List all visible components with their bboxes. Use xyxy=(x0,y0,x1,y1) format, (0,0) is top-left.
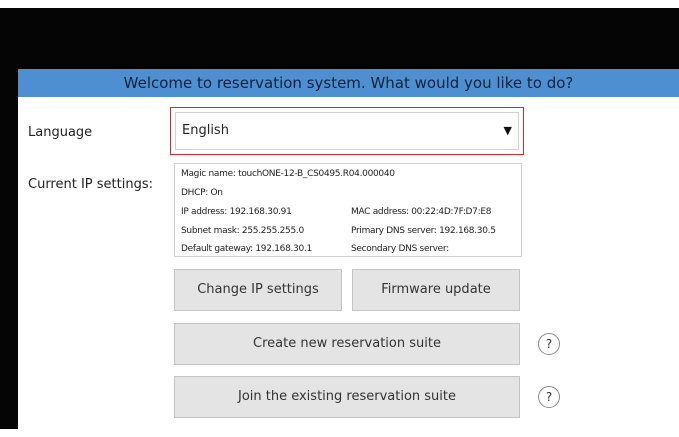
ip-settings-box: Magic name: touchONE-12-B_CS0495.R04.000… xyxy=(174,163,522,257)
firmware-update-button[interactable]: Firmware update xyxy=(352,269,520,311)
subnet-mask: Subnet mask: 255.255.255.0 xyxy=(181,226,304,236)
language-select[interactable]: English ▼ xyxy=(175,112,519,150)
primary-dns: Primary DNS server: 192.168.30.5 xyxy=(351,226,496,236)
chevron-down-icon: ▼ xyxy=(503,124,512,137)
magic-name: Magic name: touchONE-12-B_CS0495.R04.000… xyxy=(181,169,395,179)
create-reservation-suite-button[interactable]: Create new reservation suite xyxy=(174,323,520,365)
question-mark-icon[interactable]: ? xyxy=(538,386,560,408)
mac-address: MAC address: 00:22:4D:7F:D7:E8 xyxy=(351,207,492,217)
language-label: Language xyxy=(28,125,93,140)
ip-settings-label: Current IP settings: xyxy=(28,177,153,192)
question-mark-icon[interactable]: ? xyxy=(538,333,560,355)
language-selected-value: English xyxy=(182,123,229,138)
main-panel: Welcome to reservation system. What woul… xyxy=(18,69,679,437)
page-title: Welcome to reservation system. What woul… xyxy=(18,69,679,97)
join-reservation-suite-button[interactable]: Join the existing reservation suite xyxy=(174,376,520,418)
device-screen-frame: Welcome to reservation system. What woul… xyxy=(0,8,679,437)
change-ip-settings-button[interactable]: Change IP settings xyxy=(174,269,342,311)
secondary-dns: Secondary DNS server: xyxy=(351,244,449,254)
language-select-focus-outline: English ▼ xyxy=(170,107,524,155)
default-gateway: Default gateway: 192.168.30.1 xyxy=(181,244,312,254)
top-margin xyxy=(0,0,679,8)
ip-address: IP address: 192.168.30.91 xyxy=(181,207,292,217)
dhcp-status: DHCP: On xyxy=(181,188,223,198)
